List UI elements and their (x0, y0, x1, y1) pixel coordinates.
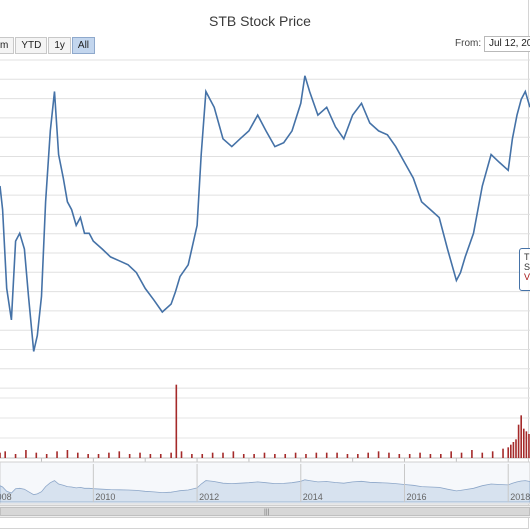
volume-bar (325, 452, 328, 458)
volume-bar (76, 452, 79, 458)
volume-bar (357, 454, 359, 458)
volume-bar (429, 454, 432, 458)
volume-grid (0, 397, 530, 459)
volume-bar (274, 454, 276, 458)
volume-bar (201, 454, 204, 458)
volume-bar (211, 452, 214, 458)
volume-bar (388, 452, 390, 458)
volume-bar (25, 450, 27, 458)
volume-bar (35, 452, 38, 458)
scrollbar-grip-icon[interactable]: ||| (264, 508, 269, 517)
volume-bar (87, 454, 89, 458)
tooltip-line-1: T (524, 252, 530, 262)
volume-bar (315, 452, 318, 458)
volume-bar (515, 439, 517, 458)
tooltip-line-3: V (524, 272, 530, 282)
volume-bar (14, 454, 17, 458)
volume-bar (520, 415, 522, 458)
volume-bar (128, 454, 131, 458)
navigator: 2008 2010 2012 2014 2016 2018 (0, 461, 530, 505)
volume-bars (0, 384, 530, 458)
volume-bar (222, 452, 224, 458)
volume-bar (377, 451, 380, 458)
volume-bar (305, 454, 307, 458)
navigator-tick-label: 2016 (407, 492, 427, 502)
price-grid (0, 59, 530, 389)
volume-bar (118, 451, 121, 458)
volume-bar (440, 454, 442, 458)
volume-bar (419, 452, 421, 458)
chart-canvas: 2009201020112012201320142015201620172018… (0, 59, 530, 505)
navigator-tick-label: 2008 (0, 492, 12, 502)
volume-bar (471, 450, 473, 458)
volume-bar (517, 424, 520, 458)
volume-bar (56, 451, 58, 458)
volume-bar (66, 450, 69, 458)
volume-bar (346, 454, 349, 458)
volume-bar (97, 454, 100, 458)
volume-bar (175, 384, 178, 458)
volume-bar (408, 454, 411, 458)
navigator-tick-label: 2018 (510, 492, 530, 502)
volume-bar (512, 442, 515, 458)
volume-bar (232, 451, 235, 458)
volume-bar (510, 444, 512, 458)
volume-bar (45, 454, 48, 458)
volume-bar (284, 454, 287, 458)
volume-bar (242, 454, 245, 458)
volume-bar (450, 451, 452, 458)
volume-bar (294, 452, 297, 458)
scrollbar[interactable]: ||| (0, 505, 530, 518)
volume-bar (0, 452, 1, 458)
volume-bar (149, 454, 152, 458)
volume-bar (139, 452, 141, 458)
navigator-tick-label: 2012 (199, 492, 219, 502)
volume-bar (191, 454, 193, 458)
volume-bar (522, 428, 525, 458)
volume-bar (263, 452, 266, 458)
tooltip-line-2: S (524, 262, 530, 272)
scrollbar-thumb[interactable]: ||| (0, 507, 530, 516)
volume-bar (159, 454, 162, 458)
volume-bar (502, 448, 504, 458)
navigator-tick-label: 2014 (303, 492, 323, 502)
volume-bar (253, 454, 255, 458)
navigator-tick-label: 2010 (95, 492, 115, 502)
volume-bar (507, 447, 510, 458)
volume-bar (460, 452, 463, 458)
tooltip: T S V (519, 248, 530, 291)
volume-bar (481, 452, 484, 458)
volume-bar (108, 452, 110, 458)
volume-bar (525, 431, 528, 458)
volume-bar (336, 452, 338, 458)
volume-bar (367, 452, 369, 458)
volume-bar (398, 454, 401, 458)
price-line (0, 75, 530, 352)
volume-bar (180, 451, 183, 458)
volume-bar (491, 451, 494, 458)
volume-bar (4, 451, 6, 458)
volume-bar (170, 452, 172, 458)
